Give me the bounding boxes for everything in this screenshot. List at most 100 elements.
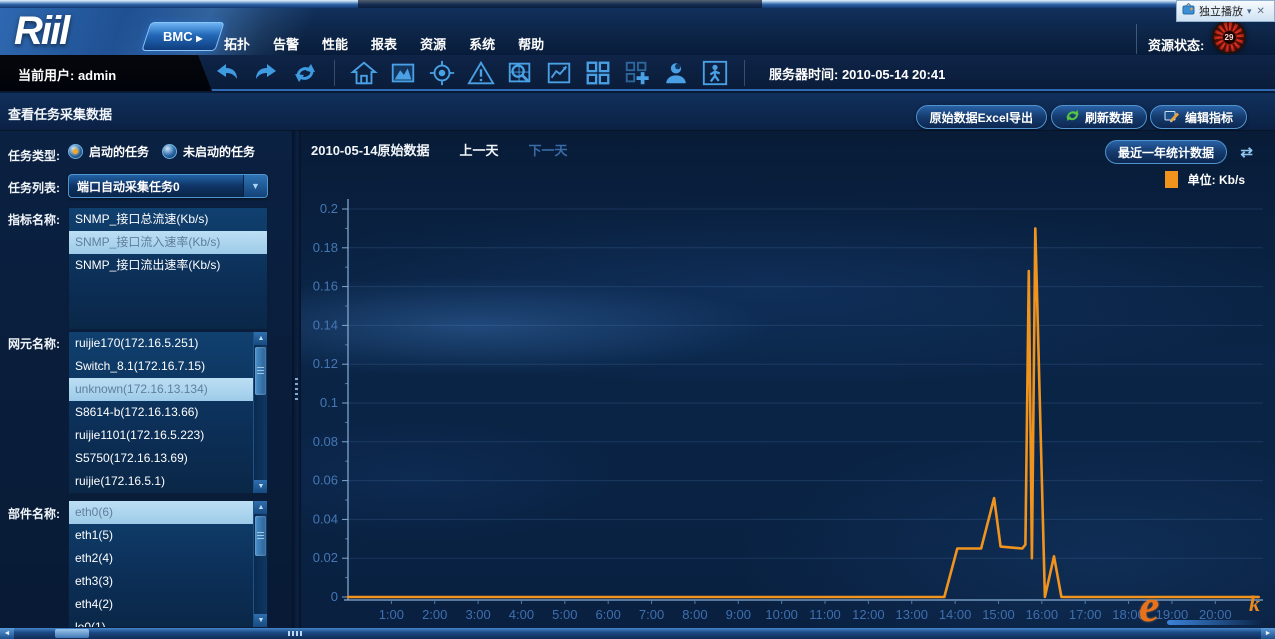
- excel-export-button[interactable]: 原始数据Excel导出: [916, 105, 1047, 129]
- svg-text:0.16: 0.16: [313, 279, 338, 294]
- ne-scrollbar[interactable]: ▲ ▼: [253, 332, 267, 493]
- task-list-dropdown[interactable]: 端口自动采集任务0 ▼: [68, 174, 268, 198]
- chevron-down-icon[interactable]: ▾: [1247, 6, 1252, 17]
- nav-menu-item[interactable]: 告警: [273, 34, 299, 53]
- svg-text:6:00: 6:00: [596, 607, 621, 622]
- chart-header: 2010-05-14原始数据 上一天 下一天: [311, 140, 568, 159]
- scroll-down-icon[interactable]: ▼: [254, 614, 268, 627]
- resource-status-badge[interactable]: 29: [1212, 20, 1246, 54]
- nav-menu-item[interactable]: 性能: [322, 34, 348, 53]
- task-type-label: 任务类型:: [8, 147, 60, 164]
- network-element-listbox: ruijie170(172.16.5.251)Switch_8.1(172.16…: [68, 331, 268, 494]
- scroll-up-icon[interactable]: ▲: [254, 332, 268, 345]
- metric-list-item[interactable]: SNMP_接口流入速率(Kb/s): [69, 231, 267, 254]
- component-list-item[interactable]: eth0(6): [69, 501, 253, 524]
- bmc-menu-button[interactable]: BMC ▶: [141, 22, 224, 51]
- edit-metric-label: 编辑指标: [1185, 109, 1233, 126]
- metric-list-item[interactable]: SNMP_接口总流速(Kb/s): [69, 208, 267, 231]
- scrollbar-thumb[interactable]: [255, 347, 266, 395]
- close-icon[interactable]: ✕: [1257, 6, 1265, 17]
- svg-text:0.18: 0.18: [313, 240, 338, 255]
- tv-icon: [1182, 2, 1195, 20]
- component-scrollbar[interactable]: ▲ ▼: [253, 501, 267, 627]
- hscrollbar-thumb[interactable]: [55, 629, 89, 638]
- forward-icon[interactable]: [251, 58, 281, 88]
- toolbar: 服务器时间: 2010-05-14 20:41: [212, 58, 945, 88]
- app-header: Riil BMC ▶ 拓扑告警性能报表资源系统帮助 资源状态: 29: [0, 8, 1275, 55]
- dashboard-grid-icon[interactable]: [583, 58, 613, 88]
- dropdown-arrow-icon[interactable]: ▼: [243, 175, 267, 197]
- network-element-item[interactable]: S8614-b(172.16.13.66): [69, 401, 253, 424]
- svg-text:17:00: 17:00: [1069, 607, 1102, 622]
- horizontal-scrollbar[interactable]: ◄ ►: [0, 628, 1275, 639]
- chart-panel: 2010-05-14原始数据 上一天 下一天 最近一年统计数据 ⇄ 单位: Kb…: [301, 131, 1275, 628]
- alarm-warning-icon[interactable]: [466, 58, 496, 88]
- page-header: 查看任务采集数据 原始数据Excel导出 刷新数据 编辑指标: [0, 93, 1275, 131]
- network-element-item[interactable]: ruijie1101(172.16.5.223): [69, 424, 253, 447]
- prev-day-link[interactable]: 上一天: [460, 140, 499, 159]
- component-list-item[interactable]: eth4(2): [69, 593, 253, 616]
- component-list-item[interactable]: eth1(5): [69, 524, 253, 547]
- metric-list-item[interactable]: SNMP_接口流出速率(Kb/s): [69, 254, 267, 277]
- component-list-item[interactable]: eth3(3): [69, 570, 253, 593]
- network-element-item[interactable]: Switch_8.1(172.16.7.15): [69, 355, 253, 378]
- toolbar-divider: [334, 60, 335, 86]
- component-list-item[interactable]: lo0(1): [69, 616, 253, 628]
- home-icon[interactable]: [349, 58, 379, 88]
- svg-text:2:00: 2:00: [422, 607, 447, 622]
- network-element-item[interactable]: unknown(172.16.13.134): [69, 378, 253, 401]
- chart-legend: 单位: Kb/s: [1165, 171, 1245, 188]
- component-list: eth0(6)eth1(5)eth2(4)eth3(3)eth4(2)lo0(1…: [69, 501, 253, 628]
- radio-icon[interactable]: [68, 144, 83, 159]
- hscrollbar-grip: [288, 631, 302, 636]
- image-icon[interactable]: [388, 58, 418, 88]
- scroll-down-icon[interactable]: ▼: [254, 480, 268, 493]
- svg-text:7:00: 7:00: [639, 607, 664, 622]
- svg-text:5:00: 5:00: [552, 607, 577, 622]
- toolbar-divider: [744, 60, 745, 86]
- header-divider: [1136, 24, 1137, 54]
- refresh-data-button[interactable]: 刷新数据: [1051, 105, 1147, 129]
- network-element-item[interactable]: ruijie170(172.16.5.251): [69, 332, 253, 355]
- scroll-right-icon[interactable]: ►: [1261, 628, 1275, 639]
- radio-icon[interactable]: [162, 144, 177, 159]
- bmc-arrow-icon: ▶: [196, 34, 202, 43]
- excel-export-label: 原始数据Excel导出: [930, 109, 1033, 126]
- nav-menu-item[interactable]: 资源: [420, 34, 446, 53]
- radio-label: 未启动的任务: [183, 143, 255, 160]
- svg-text:14:00: 14:00: [939, 607, 972, 622]
- refresh-icon[interactable]: [290, 58, 320, 88]
- svg-text:0: 0: [331, 589, 338, 604]
- performance-chart-icon[interactable]: [544, 58, 574, 88]
- server-time-label: 服务器时间: 2010-05-14 20:41: [769, 64, 945, 83]
- year-stats-button[interactable]: 最近一年统计数据: [1105, 140, 1227, 164]
- task-type-radio-group: 启动的任务 未启动的任务: [68, 143, 255, 160]
- scroll-up-icon[interactable]: ▲: [254, 501, 268, 514]
- svg-text:12:00: 12:00: [852, 607, 885, 622]
- next-day-link[interactable]: 下一天: [529, 140, 568, 159]
- nav-menu-item[interactable]: 拓扑: [224, 34, 250, 53]
- metric-listbox: SNMP_接口总流速(Kb/s)SNMP_接口流入速率(Kb/s)SNMP_接口…: [68, 207, 268, 330]
- nav-menu-item[interactable]: 系统: [469, 34, 495, 53]
- scrollbar-thumb[interactable]: [255, 516, 266, 556]
- network-element-item[interactable]: ruijie(172.16.5.1): [69, 470, 253, 493]
- metric-name-label: 指标名称:: [8, 211, 60, 228]
- scroll-left-icon[interactable]: ◄: [0, 628, 14, 639]
- nav-menu-item[interactable]: 帮助: [518, 34, 544, 53]
- edit-metric-button[interactable]: 编辑指标: [1150, 105, 1247, 129]
- user-icon[interactable]: [661, 58, 691, 88]
- back-icon[interactable]: [212, 58, 242, 88]
- nav-menu-item[interactable]: 报表: [371, 34, 397, 53]
- panel-splitter[interactable]: [292, 131, 301, 628]
- task-type-option[interactable]: 未启动的任务: [162, 143, 255, 160]
- swap-view-icon[interactable]: ⇄: [1240, 143, 1253, 161]
- search-topology-icon[interactable]: [505, 58, 535, 88]
- network-element-item[interactable]: S5750(172.16.13.69): [69, 447, 253, 470]
- task-type-option[interactable]: 启动的任务: [68, 143, 149, 160]
- add-widget-icon[interactable]: [622, 58, 652, 88]
- svg-text:9:00: 9:00: [726, 607, 751, 622]
- target-icon[interactable]: [427, 58, 457, 88]
- component-list-item[interactable]: eth2(4): [69, 547, 253, 570]
- exit-walk-icon[interactable]: [700, 58, 730, 88]
- standalone-play-control[interactable]: 独立播放 ▾ ✕: [1176, 0, 1275, 22]
